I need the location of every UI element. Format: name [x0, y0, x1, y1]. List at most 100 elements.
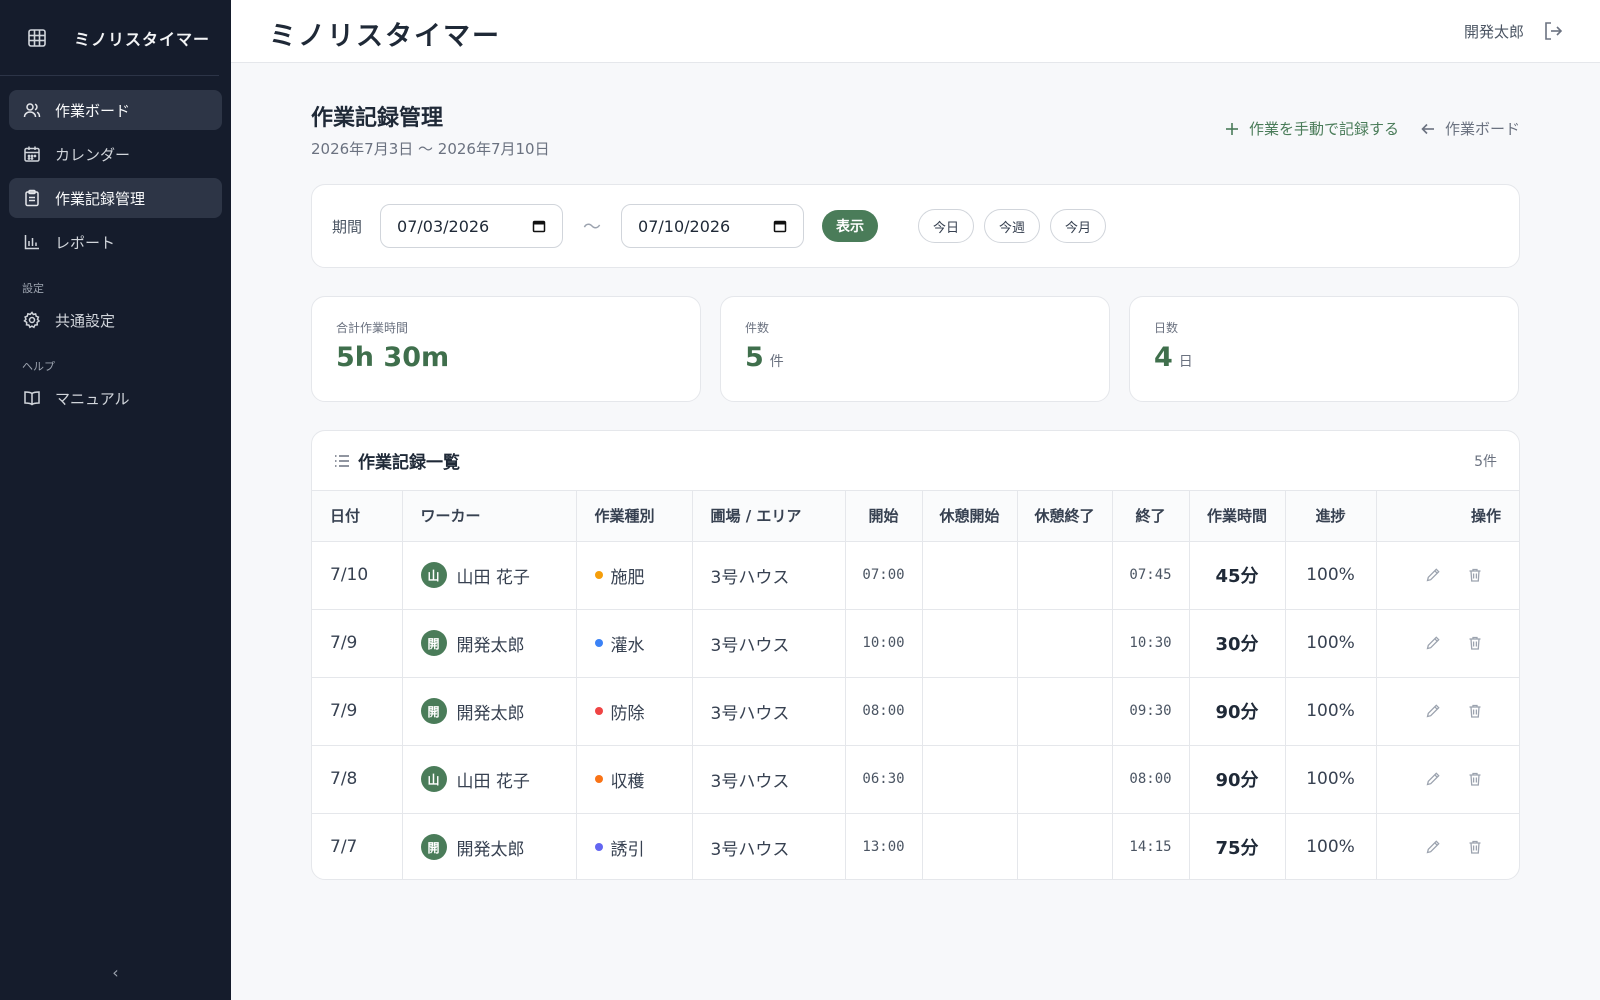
stat-count: 件数 5件: [720, 296, 1110, 402]
column-header[interactable]: 日付: [312, 491, 403, 542]
table-header-bar: 作業記録一覧 5件: [312, 431, 1519, 491]
worker: 開 開発太郎: [420, 630, 558, 656]
cell-actions: [1376, 745, 1519, 814]
sidebar-section-help: ヘルプ: [22, 360, 55, 373]
trash-icon[interactable]: [1467, 771, 1483, 787]
cell-duration: 45分: [1189, 541, 1286, 610]
back-to-board-label: 作業ボード: [1444, 120, 1520, 138]
total-time-value: 5h 30m: [336, 342, 450, 373]
table-row[interactable]: 7/7 開 開発太郎 誘引 3号ハウス 13:00 14:15 75分 100%: [312, 813, 1519, 879]
book-icon: [23, 389, 41, 407]
end-date-input[interactable]: 07/10/2026: [621, 204, 805, 248]
sidebar-section-settings: 設定: [22, 282, 44, 295]
column-header[interactable]: 開始: [845, 491, 923, 542]
today-button[interactable]: 今日: [918, 209, 975, 243]
list-icon: [334, 453, 350, 469]
column-header[interactable]: ワーカー: [402, 491, 577, 542]
cell-date: 7/9: [312, 677, 403, 746]
calendar-icon: [532, 219, 546, 233]
sidebar-item-manual[interactable]: マニュアル: [9, 378, 222, 418]
back-to-board-link[interactable]: 作業ボード: [1421, 118, 1520, 139]
column-header[interactable]: 進捗: [1285, 491, 1377, 542]
sidebar-item-label: 作業記録管理: [55, 189, 146, 208]
sidebar-brand[interactable]: ミノリスタイマー: [0, 0, 219, 76]
worker: 山 山田 花子: [420, 766, 558, 792]
cell-break-start: [922, 541, 1018, 610]
work-type: 施肥: [594, 563, 674, 588]
trash-icon[interactable]: [1467, 567, 1483, 583]
table-row[interactable]: 7/9 開 開発太郎 灌水 3号ハウス 10:00 10:30 30分 100%: [312, 609, 1519, 678]
cell-duration: 75分: [1189, 813, 1286, 879]
sidebar-item-calendar[interactable]: カレンダー: [9, 134, 222, 174]
column-header[interactable]: 休憩開始: [922, 491, 1018, 542]
column-header[interactable]: 終了: [1112, 491, 1190, 542]
sidebar-item-common-settings[interactable]: 共通設定: [9, 300, 222, 340]
sidebar-item-label: レポート: [55, 233, 116, 252]
cell-type: 施肥: [576, 541, 693, 610]
table-row[interactable]: 7/9 開 開発太郎 防除 3号ハウス 08:00 09:30 90分 100%: [312, 677, 1519, 746]
top-header: ミノリスタイマー 開発太郎: [231, 0, 1600, 63]
table-header-row: 日付 ワーカー 作業種別 圃場 / エリア 開始 休憩開始 休憩終了 終了 作業…: [312, 491, 1519, 542]
type-dot: [594, 775, 603, 783]
logout-icon[interactable]: [1542, 20, 1564, 42]
trash-icon[interactable]: [1467, 839, 1483, 855]
work-type-label: 防除: [610, 703, 645, 724]
worker-name: 開発太郎: [456, 635, 525, 656]
sidebar-collapse-button[interactable]: ‹: [0, 963, 231, 982]
column-header[interactable]: 圃場 / エリア: [692, 491, 846, 542]
edit-icon[interactable]: [1425, 567, 1441, 583]
stat-label: 件数: [745, 321, 770, 335]
sidebar-item-work-board[interactable]: 作業ボード: [9, 90, 222, 130]
this-month-button[interactable]: 今月: [1050, 209, 1107, 243]
edit-icon[interactable]: [1425, 771, 1441, 787]
add-manual-record-button[interactable]: 作業を手動で記録する: [1225, 118, 1399, 139]
records-table: 日付 ワーカー 作業種別 圃場 / エリア 開始 休憩開始 休憩終了 終了 作業…: [312, 491, 1519, 879]
sidebar-item-records[interactable]: 作業記録管理: [9, 178, 222, 218]
show-button[interactable]: 表示: [822, 210, 879, 242]
trash-icon[interactable]: [1467, 703, 1483, 719]
gear-icon: [23, 311, 41, 329]
edit-icon[interactable]: [1425, 703, 1441, 719]
column-header[interactable]: 作業時間: [1189, 491, 1286, 542]
edit-icon[interactable]: [1425, 839, 1441, 855]
cell-actions: [1376, 677, 1519, 746]
cell-break-end: [1017, 677, 1113, 746]
cell-worker: 山 山田 花子: [402, 745, 577, 814]
sidebar-item-report[interactable]: レポート: [9, 222, 222, 262]
row-actions: [1395, 567, 1502, 583]
worker-name: 開発太郎: [456, 703, 525, 724]
avatar: 山: [420, 562, 447, 588]
column-header[interactable]: 作業種別: [576, 491, 693, 542]
work-type-label: 施肥: [610, 567, 645, 588]
sidebar: ミノリスタイマー 作業ボード カレンダー 作業記録管理 レポート 設定 共通設定…: [0, 0, 231, 1000]
page-heading: 作業記録管理 2026年7月3日 〜 2026年7月10日: [311, 100, 550, 159]
user-name[interactable]: 開発太郎: [1464, 21, 1524, 42]
users-icon: [23, 101, 41, 119]
cell-end: 10:30: [1112, 609, 1190, 678]
work-type: 灌水: [594, 631, 674, 656]
cell-progress: 100%: [1285, 745, 1377, 814]
cell-progress: 100%: [1285, 541, 1377, 610]
worker-name: 山田 花子: [456, 567, 530, 588]
start-date-input[interactable]: 07/03/2026: [380, 204, 564, 248]
trash-icon[interactable]: [1467, 635, 1483, 651]
sidebar-item-label: 共通設定: [55, 311, 116, 330]
table-row[interactable]: 7/10 山 山田 花子 施肥 3号ハウス 07:00 07:45 45分 10…: [312, 541, 1519, 610]
edit-icon[interactable]: [1425, 635, 1441, 651]
work-type: 防除: [594, 699, 674, 724]
type-dot: [594, 707, 603, 715]
table-row[interactable]: 7/8 山 山田 花子 収穫 3号ハウス 06:30 08:00 90分 100…: [312, 745, 1519, 814]
cell-break-end: [1017, 609, 1113, 678]
avatar: 山: [420, 766, 447, 792]
avatar: 開: [420, 698, 447, 724]
table-title: 作業記録一覧: [334, 448, 460, 473]
cell-worker: 開 開発太郎: [402, 813, 577, 879]
cell-area: 3号ハウス: [692, 541, 846, 610]
cell-break-start: [922, 677, 1018, 746]
stat-label: 日数: [1154, 321, 1179, 335]
count-unit: 件: [769, 354, 784, 370]
column-header[interactable]: 休憩終了: [1017, 491, 1113, 542]
stat-value: 5件: [745, 342, 1085, 373]
this-week-button[interactable]: 今週: [984, 209, 1041, 243]
range-separator: 〜: [583, 217, 602, 238]
